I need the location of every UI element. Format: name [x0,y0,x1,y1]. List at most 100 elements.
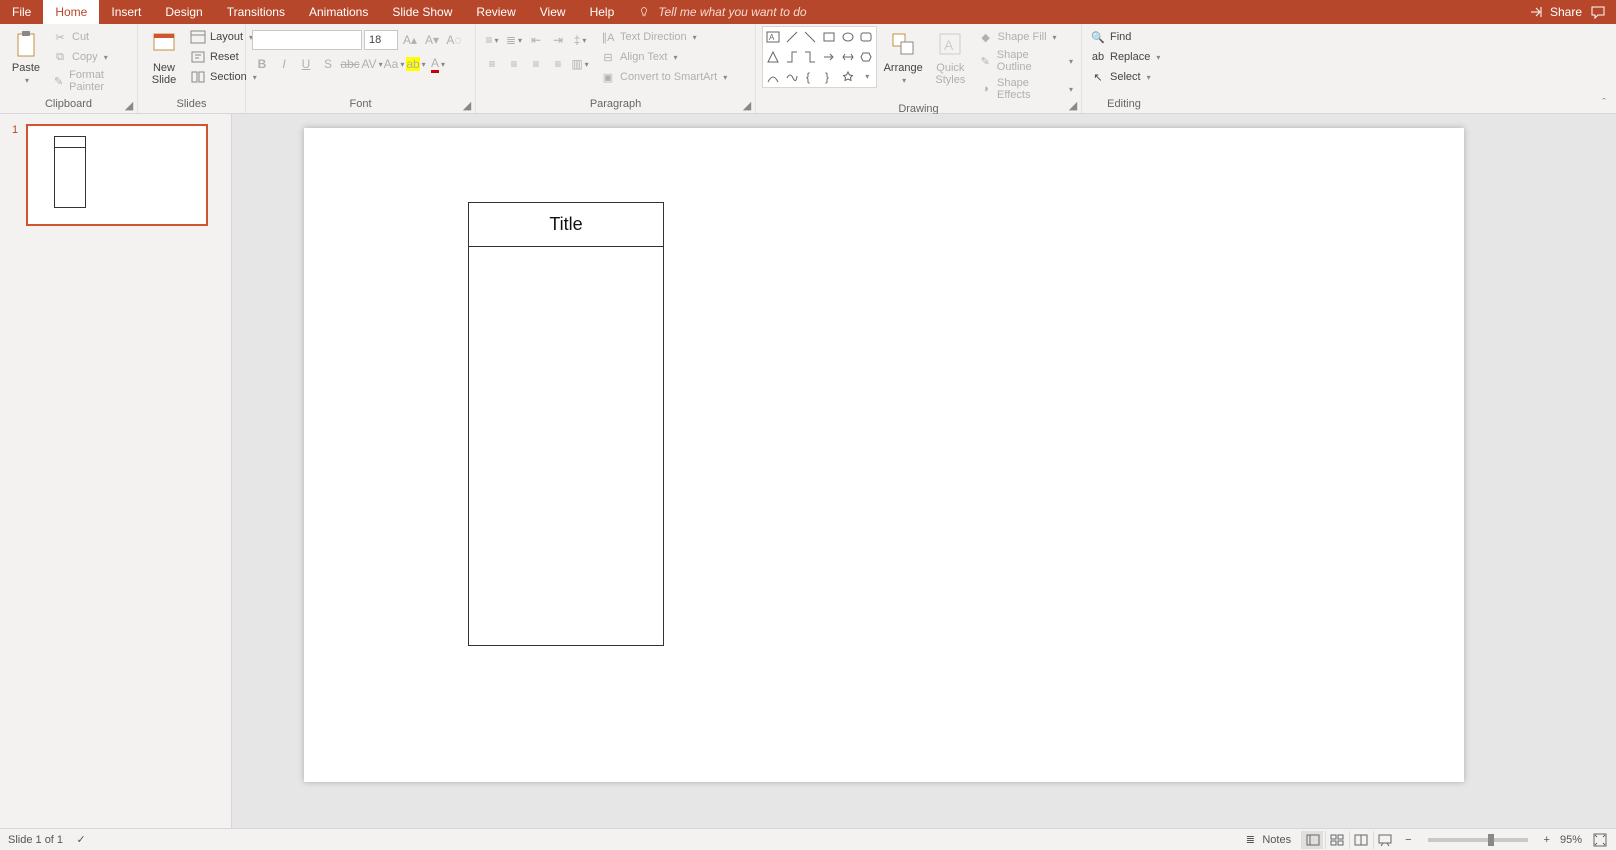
shape-freeform-icon[interactable] [783,67,801,86]
share-button[interactable]: Share [1528,4,1582,20]
tab-insert[interactable]: Insert [99,0,153,24]
font-dialog-launcher[interactable]: ◢ [461,99,473,111]
shapes-gallery[interactable]: A { } ▾ [762,26,877,88]
arrange-button[interactable]: Arrange ▾ [881,26,925,87]
clear-format-icon[interactable]: A◌ [444,30,464,50]
slide-canvas-area[interactable]: Title [232,114,1616,828]
char-spacing-button[interactable]: AV▾ [362,54,382,74]
bullets-button[interactable]: ≡▾ [482,30,502,50]
shape-connector-icon[interactable] [783,48,801,67]
shape-arrow-icon[interactable] [820,48,838,67]
text-direction-button[interactable]: ∥AText Direction▾ [598,28,729,46]
slide[interactable]: Title [304,128,1464,782]
shape-effects-button[interactable]: ◑Shape Effects▾ [976,76,1075,102]
decrease-indent-button[interactable]: ⇤ [526,30,546,50]
shape-brace-right-icon[interactable]: } [820,67,838,86]
highlight-button[interactable]: ab▾ [406,54,426,74]
bold-button[interactable]: B [252,54,272,74]
spellcheck-icon[interactable]: ✓ [73,832,89,848]
strike-button[interactable]: abc [340,54,360,74]
align-center-button[interactable]: ≡ [504,54,524,74]
shape-more-icon[interactable]: ▾ [857,67,875,86]
decrease-font-icon[interactable]: A▾ [422,30,442,50]
select-button[interactable]: ↖Select▾ [1088,68,1162,86]
tab-review[interactable]: Review [464,0,527,24]
align-text-button[interactable]: ⊟Align Text▾ [598,48,729,66]
tab-help[interactable]: Help [578,0,627,24]
align-right-button[interactable]: ≡ [526,54,546,74]
smartart-button[interactable]: ▣Convert to SmartArt▾ [598,68,729,86]
shadow-button[interactable]: S [318,54,338,74]
shape-connector2-icon[interactable] [801,48,819,67]
table-title-cell[interactable]: Title [469,203,663,247]
replace-button[interactable]: abReplace▾ [1088,48,1162,66]
shape-effects-label: Shape Effects [997,77,1063,101]
slideshow-view-button[interactable] [1373,831,1395,849]
font-color-button[interactable]: A▾ [428,54,448,74]
shape-rect-icon[interactable] [820,28,838,47]
shape-triangle-icon[interactable] [764,48,782,67]
copy-button[interactable]: ⧉Copy▾ [50,48,131,66]
increase-font-icon[interactable]: A▴ [400,30,420,50]
effects-icon: ◑ [978,81,993,97]
tab-animations[interactable]: Animations [297,0,380,24]
tab-file[interactable]: File [0,0,43,24]
shape-oval-icon[interactable] [839,28,857,47]
comments-icon[interactable] [1590,4,1606,20]
shape-doublearrow-icon[interactable] [839,48,857,67]
group-editing: 🔍Find abReplace▾ ↖Select▾ Editing [1082,24,1166,113]
font-name-input[interactable] [252,30,362,50]
normal-view-button[interactable] [1301,831,1323,849]
clipboard-dialog-launcher[interactable]: ◢ [123,99,135,111]
tab-slideshow[interactable]: Slide Show [380,0,464,24]
zoom-slider[interactable] [1428,838,1528,842]
shape-brace-left-icon[interactable]: { [801,67,819,86]
font-size-input[interactable] [364,30,398,50]
columns-button[interactable]: ▥▾ [570,54,590,74]
tab-transitions[interactable]: Transitions [215,0,297,24]
sorter-view-button[interactable] [1325,831,1347,849]
shape-star-icon[interactable] [839,67,857,86]
notes-button[interactable]: ≣Notes [1242,832,1291,848]
shape-curve-icon[interactable] [764,67,782,86]
new-slide-button[interactable]: New Slide [144,26,184,88]
paste-button[interactable]: Paste ▾ [6,26,46,87]
fit-window-icon[interactable] [1592,832,1608,848]
justify-button[interactable]: ≡ [548,54,568,74]
align-left-button[interactable]: ≡ [482,54,502,74]
svg-text:{: { [806,70,810,84]
shape-line-icon[interactable] [783,28,801,47]
cut-button[interactable]: ✂Cut [50,28,131,46]
underline-button[interactable]: U [296,54,316,74]
change-case-button[interactable]: Aa▾ [384,54,404,74]
thumbnail-pane[interactable]: 1 [0,114,232,828]
drawing-dialog-launcher[interactable]: ◢ [1067,99,1079,111]
shape-textbox-icon[interactable]: A [764,28,782,47]
paragraph-dialog-launcher[interactable]: ◢ [741,99,753,111]
zoom-in-button[interactable]: + [1544,834,1550,846]
shape-line2-icon[interactable] [801,28,819,47]
collapse-ribbon-icon[interactable]: ˆ [1596,95,1612,111]
slide-thumbnail-1[interactable] [26,124,208,226]
zoom-out-button[interactable]: − [1405,834,1411,846]
shape-fill-button[interactable]: ◆Shape Fill▾ [976,28,1075,46]
format-painter-button[interactable]: ✎Format Painter [50,68,131,94]
slide-table-shape[interactable]: Title [468,202,664,646]
quick-styles-button[interactable]: A Quick Styles [929,26,971,88]
increase-indent-button[interactable]: ⇥ [548,30,568,50]
reading-view-button[interactable] [1349,831,1371,849]
zoom-level[interactable]: 95% [1560,834,1582,846]
numbering-button[interactable]: ≣▾ [504,30,524,50]
group-slides-label: Slides [144,97,239,113]
tab-design[interactable]: Design [153,0,214,24]
find-button[interactable]: 🔍Find [1088,28,1162,46]
shape-hexagon-icon[interactable] [857,48,875,67]
tab-home[interactable]: Home [43,0,99,24]
line-spacing-button[interactable]: ‡▾ [570,30,590,50]
tell-me-search[interactable]: Tell me what you want to do [626,0,816,24]
shape-roundrect-icon[interactable] [857,28,875,47]
shape-outline-button[interactable]: ✎Shape Outline▾ [976,48,1075,74]
zoom-slider-knob[interactable] [1488,834,1494,846]
tab-view[interactable]: View [528,0,578,24]
italic-button[interactable]: I [274,54,294,74]
